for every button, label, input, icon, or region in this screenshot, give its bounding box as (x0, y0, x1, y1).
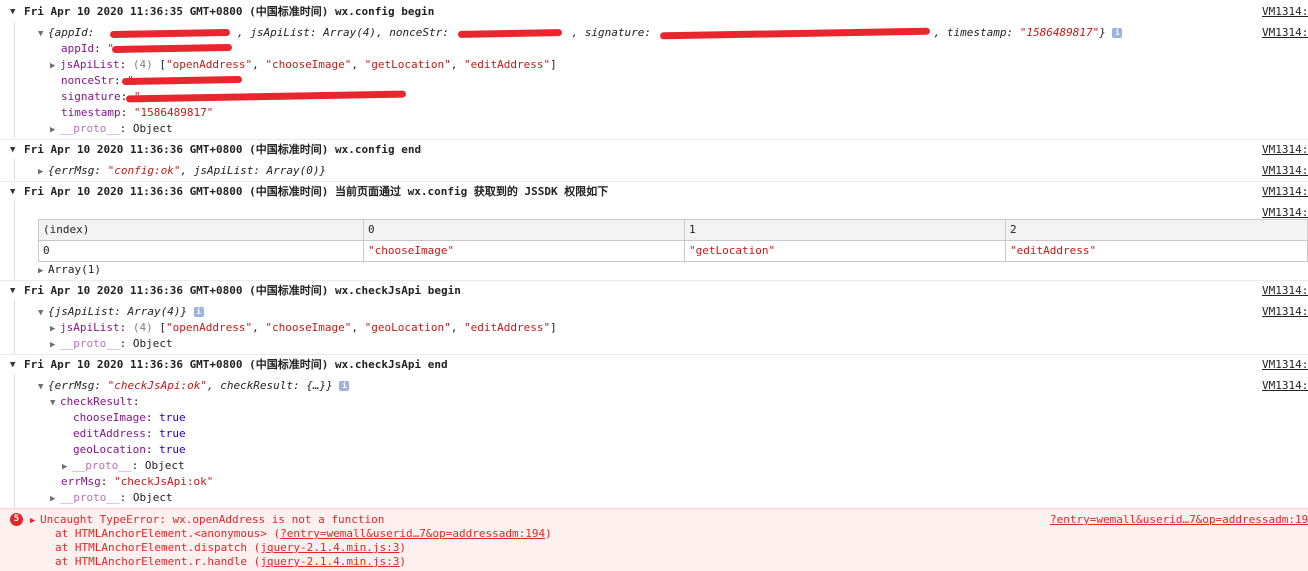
console-group-header[interactable]: ▼ Fri Apr 10 2020 11:36:36 GMT+0800 (中国标… (0, 142, 1308, 158)
property-row: chooseImage: true (73, 411, 186, 424)
property-row[interactable]: ▶ jsApiList: (4) ["openAddress", "chooseI… (0, 320, 1308, 336)
array-summary[interactable]: ▶ Array(1) (0, 262, 1308, 278)
table-header-cell[interactable]: 0 (363, 219, 685, 241)
source-link[interactable]: VM1314: (1262, 304, 1308, 320)
source-link[interactable]: VM1314: (1262, 163, 1308, 179)
collapse-triangle-icon[interactable]: ▼ (50, 395, 60, 411)
source-link[interactable]: VM1314: (1262, 283, 1308, 299)
info-icon[interactable]: i (1112, 28, 1123, 38)
source-link[interactable]: VM1314: (1262, 142, 1308, 158)
collapse-triangle-icon[interactable]: ▼ (38, 26, 48, 42)
property-row[interactable]: ▶ jsApiList: (4) ["openAddress", "chooseI… (0, 57, 1308, 73)
group-title: Fri Apr 10 2020 11:36:35 GMT+0800 (中国标准时… (24, 5, 435, 18)
collapse-triangle-icon[interactable]: ▼ (10, 357, 15, 373)
divider (0, 139, 1308, 140)
source-link[interactable]: VM1314: (1262, 378, 1308, 394)
collapse-triangle-icon[interactable]: ▼ (10, 184, 15, 200)
source-link[interactable]: VM1314: (1262, 357, 1308, 373)
divider (0, 354, 1308, 355)
proto-row[interactable]: ▶ __proto__: Object (0, 458, 1308, 474)
stack-frame: at HTMLAnchorElement.r.handle (jquery-2.… (55, 555, 407, 568)
collapse-triangle-icon[interactable]: ▼ (10, 142, 15, 158)
proto-row[interactable]: ▶ __proto__: Object (0, 336, 1308, 352)
property-row: editAddress: true (73, 427, 186, 440)
console-group-header[interactable]: ▼ Fri Apr 10 2020 11:36:35 GMT+0800 (中国标… (0, 4, 1308, 20)
table-cell: "editAddress" (1005, 240, 1308, 262)
source-link[interactable]: VM1314: (1262, 184, 1308, 200)
collapse-triangle-icon[interactable]: ▼ (38, 379, 48, 395)
array-preview: ["openAddress", "chooseImage", "geoLocat… (159, 321, 557, 334)
group-title: Fri Apr 10 2020 11:36:36 GMT+0800 (中国标准时… (24, 143, 422, 156)
collapse-triangle-icon[interactable]: ▼ (38, 305, 48, 321)
expand-triangle-icon[interactable]: ▶ (50, 337, 60, 353)
table-cell: "chooseImage" (363, 240, 685, 262)
expand-triangle-icon[interactable]: ▶ (38, 164, 48, 180)
array-preview: ["openAddress", "chooseImage", "getLocat… (159, 58, 557, 71)
expand-triangle-icon[interactable]: ▶ (62, 459, 72, 475)
source-link[interactable]: VM1314: (1262, 4, 1308, 20)
expand-triangle-icon[interactable]: ▶ (50, 491, 60, 507)
console-group-header[interactable]: ▼ Fri Apr 10 2020 11:36:36 GMT+0800 (中国标… (0, 184, 1308, 200)
expand-triangle-icon[interactable]: ▶ (50, 122, 60, 138)
table-cell: 0 (38, 240, 364, 262)
object-summary[interactable]: ▼ {errMsg: "checkJsApi:ok", checkResult: … (0, 378, 1308, 394)
console-group-header[interactable]: ▼ Fri Apr 10 2020 11:36:36 GMT+0800 (中国标… (0, 283, 1308, 299)
property-row[interactable]: ▼ checkResult: (0, 394, 1308, 410)
source-link[interactable]: VM1314: (1262, 25, 1308, 41)
object-summary[interactable]: ▼ {jsApiList: Array(4)} i VM1314: (0, 304, 1308, 320)
table-header-cell[interactable]: 2 (1005, 219, 1308, 241)
console-group-header[interactable]: ▼ Fri Apr 10 2020 11:36:36 GMT+0800 (中国标… (0, 357, 1308, 373)
group-title: Fri Apr 10 2020 11:36:36 GMT+0800 (中国标准时… (24, 284, 461, 297)
stack-link[interactable]: jquery-2.1.4.min.js:3 (260, 555, 399, 568)
group-title: Fri Apr 10 2020 11:36:36 GMT+0800 (中国标准时… (24, 358, 448, 371)
table-row: 0 "chooseImage" "getLocation" "editAddre… (38, 240, 1308, 262)
collapse-triangle-icon[interactable]: ▼ (10, 283, 15, 299)
property-row: geoLocation: true (73, 443, 186, 456)
info-icon[interactable]: i (193, 307, 204, 317)
stack-link[interactable]: jquery-2.1.4.min.js:3 (260, 541, 399, 554)
collapse-triangle-icon[interactable]: ▼ (10, 4, 15, 20)
divider (0, 280, 1308, 281)
table-header-row: (index) 0 1 2 (38, 219, 1308, 241)
table-header-cell[interactable]: 1 (684, 219, 1006, 241)
expand-triangle-icon[interactable]: ▶ (50, 321, 60, 337)
table-header-cell[interactable]: (index) (38, 219, 364, 241)
property-row: timestamp: "1586489817" (61, 106, 214, 119)
divider (0, 181, 1308, 182)
property-row: errMsg: "checkJsApi:ok" (61, 475, 214, 488)
proto-row[interactable]: ▶ __proto__: Object (0, 490, 1308, 506)
expand-triangle-icon[interactable]: ▶ (38, 263, 48, 279)
expand-triangle-icon[interactable]: ▶ (50, 58, 60, 74)
table-cell: "getLocation" (684, 240, 1006, 262)
object-summary[interactable]: ▶ {errMsg: "config:ok", jsApiList: Array(… (0, 163, 1308, 179)
proto-row[interactable]: ▶ __proto__: Object (0, 121, 1308, 137)
stack-link[interactable]: ?entry=wemall&userid…7&op=addressadm:194 (280, 527, 545, 540)
console-table: (index) 0 1 2 0 "chooseImage" "getLocati… (38, 219, 1308, 262)
group-title: Fri Apr 10 2020 11:36:36 GMT+0800 (中国标准时… (24, 185, 609, 198)
info-icon[interactable]: i (339, 381, 350, 391)
error-message: 5 ▶ Uncaught TypeError: wx.openAddress is… (0, 508, 1308, 571)
